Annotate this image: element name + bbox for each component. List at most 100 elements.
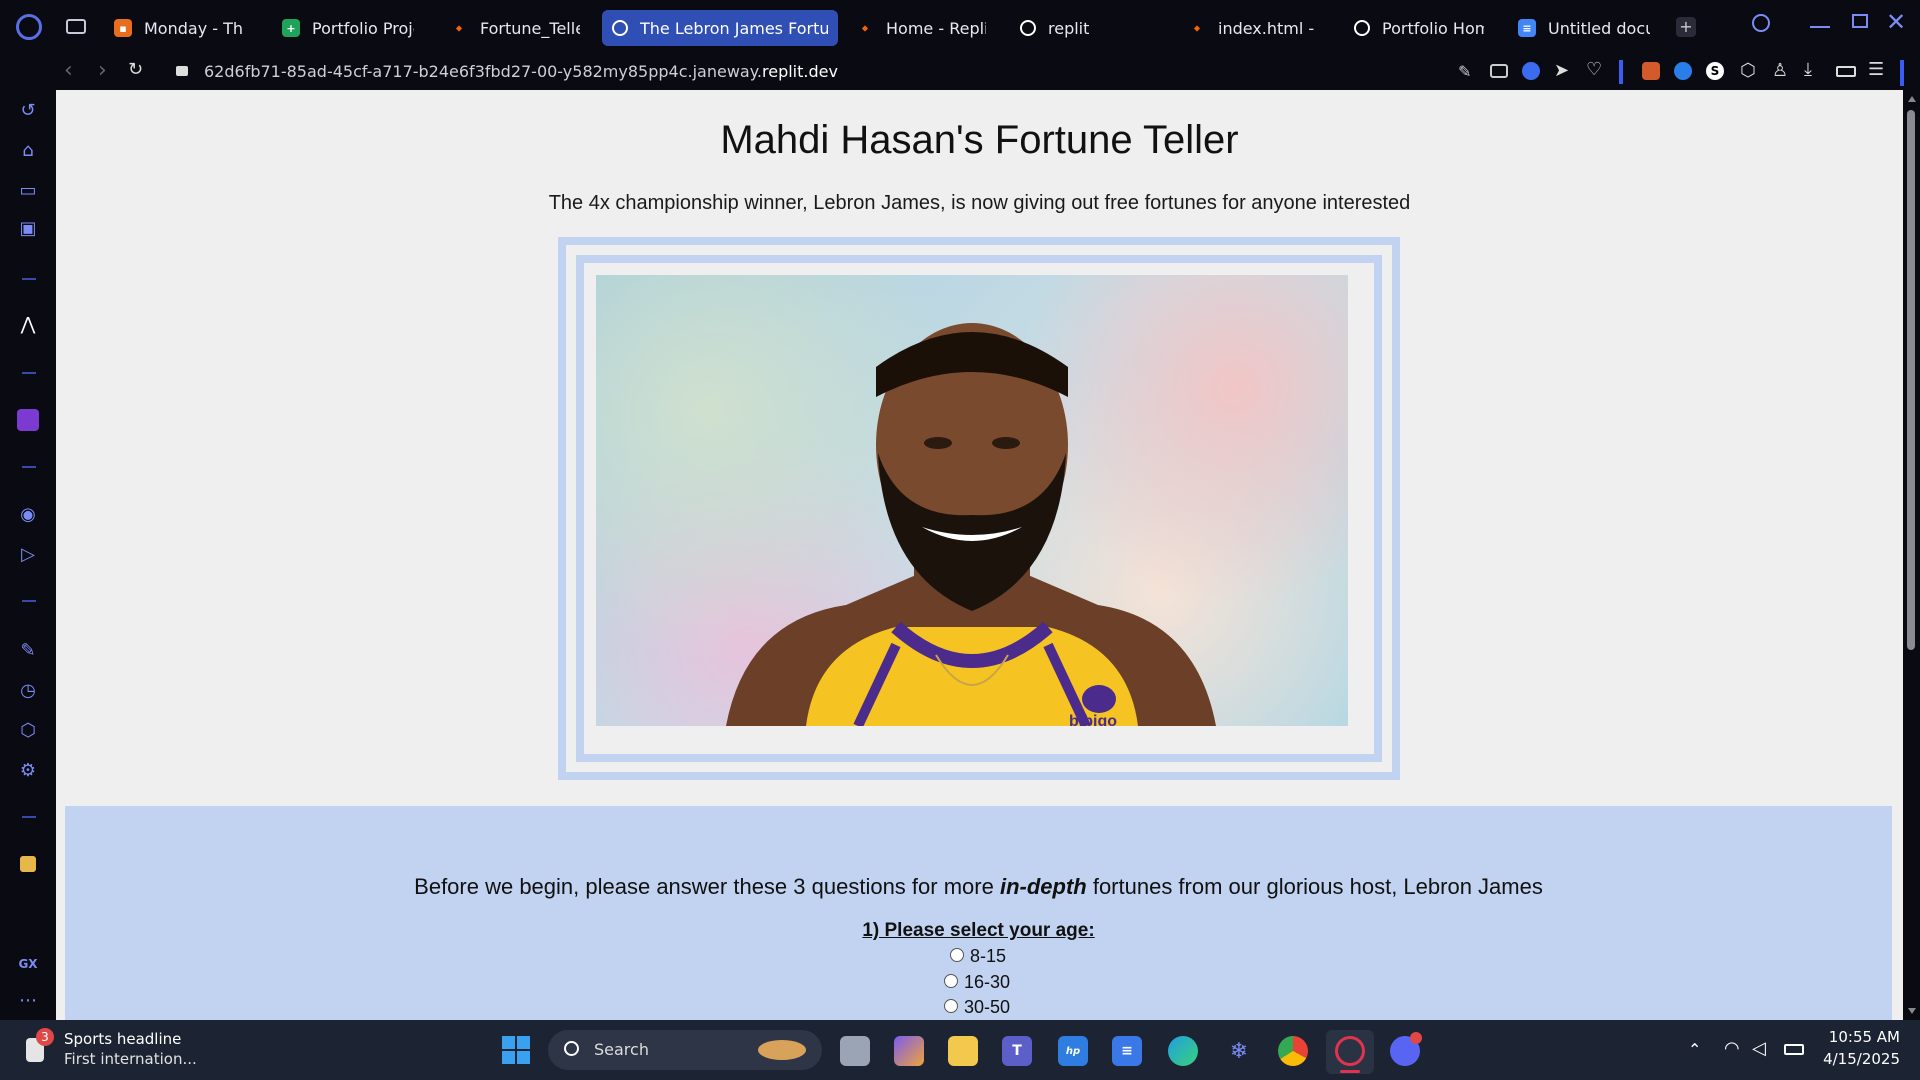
wifi-icon[interactable]: ◠	[1724, 1038, 1740, 1059]
age-option-label: 8-15	[970, 946, 1007, 966]
paint-palette-icon	[758, 1040, 806, 1060]
slides-icon: ▪	[114, 19, 132, 37]
opera-gx-taskbar-icon[interactable]	[1335, 1036, 1365, 1066]
extension-blue-icon[interactable]	[1674, 62, 1692, 80]
search-placeholder: Search	[594, 1040, 649, 1059]
settings-gear-icon[interactable]: ⚙	[16, 758, 40, 782]
scroll-up-icon[interactable]	[1908, 96, 1916, 102]
news-title: Sports headline	[64, 1030, 182, 1048]
task-view-icon[interactable]	[840, 1036, 870, 1066]
snowflake-app-icon[interactable]: ❄	[1224, 1036, 1254, 1066]
cube-icon[interactable]: ⬡	[1740, 60, 1756, 81]
battery-icon[interactable]	[1784, 1044, 1804, 1055]
forward-arrow-icon[interactable]: ›	[98, 58, 107, 83]
show-hidden-icons-chevron[interactable]: ⌃	[1688, 1040, 1701, 1059]
extension-badge-icon[interactable]	[1642, 62, 1660, 80]
battery-saver-icon[interactable]	[1836, 66, 1856, 77]
tab-untitled-doc[interactable]: ≡ Untitled docum	[1508, 10, 1660, 46]
easy-setup-icon[interactable]: ☰	[1868, 59, 1884, 80]
docs-taskbar-icon[interactable]: ≡	[1112, 1036, 1142, 1066]
page-title: Mahdi Hasan's Fortune Teller	[720, 118, 1239, 162]
shield-icon[interactable]	[1522, 62, 1540, 80]
scroll-down-icon[interactable]	[1908, 1008, 1916, 1014]
questions-intro: Before we begin, please answer these 3 q…	[414, 874, 1543, 899]
address-bar-row: ‹ › ↻ 62d6fb71-85ad-45cf-a717-b24e6f3fbd…	[0, 54, 1920, 90]
sidebar-more-icon[interactable]: ⋯	[16, 988, 40, 1012]
gx-control-icon[interactable]: ↺	[16, 98, 40, 122]
tab-replit[interactable]: replit	[1010, 10, 1160, 46]
copilot-icon[interactable]	[894, 1036, 924, 1066]
restore-icon[interactable]	[1852, 14, 1868, 28]
lock-icon	[176, 66, 188, 76]
edge-icon[interactable]	[1168, 1036, 1198, 1066]
tab-index-html[interactable]: ⬩ index.html - Ma	[1178, 10, 1330, 46]
news-subtitle: First internation...	[64, 1050, 197, 1068]
scroll-thumb[interactable]	[1907, 110, 1915, 650]
tab-lebron-fortune[interactable]: The Lebron James Fortune	[602, 10, 838, 46]
sidebar-divider	[22, 372, 36, 374]
age-radio[interactable]	[950, 948, 964, 962]
send-icon[interactable]: ➤	[1554, 60, 1569, 81]
extension-s-icon[interactable]: S	[1706, 62, 1724, 80]
globe-icon	[1354, 20, 1370, 36]
sidebar-divider	[22, 278, 36, 280]
gx-label[interactable]: GX	[16, 952, 40, 976]
minimize-icon[interactable]	[1810, 26, 1830, 28]
history-icon[interactable]: ◷	[16, 678, 40, 702]
url-field[interactable]: 62d6fb71-85ad-45cf-a717-b24e6f3fbd27-00-…	[204, 62, 838, 81]
aria-icon[interactable]: ⋀	[16, 312, 40, 336]
extensions-icon[interactable]: ⬡	[16, 718, 40, 742]
download-icon[interactable]: ⤓	[1804, 59, 1812, 80]
gx-mods-icon[interactable]	[16, 852, 40, 876]
jersey-sponsor-label: bibigo	[1069, 713, 1117, 726]
back-arrow-icon[interactable]: ‹	[64, 58, 73, 83]
heart-icon[interactable]: ♡	[1586, 59, 1602, 80]
sidebar-divider	[22, 466, 36, 468]
send-sidebar-icon[interactable]: ▷	[16, 542, 40, 566]
new-tab-plus-icon[interactable]: +	[1676, 17, 1696, 37]
close-window-icon[interactable]: ✕	[1886, 8, 1906, 36]
chrome-icon[interactable]	[1278, 1036, 1308, 1066]
news-widget[interactable]: 3 Sports headline First internation...	[22, 1026, 202, 1074]
workspaces-icon[interactable]	[66, 19, 86, 34]
teams-icon[interactable]: T	[1002, 1036, 1032, 1066]
file-explorer-icon[interactable]	[948, 1036, 978, 1066]
age-option-row: 8-15	[950, 946, 1110, 968]
active-indicator	[1340, 1070, 1360, 1073]
tab-search-icon[interactable]	[1752, 14, 1770, 32]
age-option-row: 30-50	[944, 997, 1104, 1019]
twitch-icon[interactable]	[16, 408, 40, 432]
player-icon[interactable]: ▣	[16, 216, 40, 240]
question-1-label: 1) Please select your age:	[862, 920, 1095, 941]
taskbar-search-box[interactable]: Search	[548, 1030, 822, 1070]
age-radio[interactable]	[944, 974, 958, 988]
clock-time[interactable]: 10:55 AM	[1810, 1028, 1900, 1046]
page-viewport: Mahdi Hasan's Fortune Teller The 4x cham…	[56, 90, 1903, 1020]
opera-logo-icon[interactable]	[16, 14, 42, 40]
reload-icon[interactable]: ↻	[128, 59, 143, 80]
tab-monday[interactable]: ▪ Monday - Thurs	[104, 10, 254, 46]
tab-fortune-teller[interactable]: ⬩ Fortune_Teller_	[440, 10, 590, 46]
discord-notification-dot	[1410, 1032, 1422, 1044]
tab-portfolio-home[interactable]: Portfolio Home	[1344, 10, 1494, 46]
pinboard-icon[interactable]: ✎	[16, 638, 40, 662]
age-radio[interactable]	[944, 999, 958, 1013]
age-option-label: 16-30	[964, 972, 1011, 992]
account-icon[interactable]: ♙	[1772, 60, 1788, 81]
camera-icon[interactable]	[1490, 64, 1508, 78]
snapshot-edit-icon[interactable]: ✎	[1458, 62, 1471, 81]
start-windows-icon[interactable]	[502, 1036, 530, 1064]
tab-portfolio-project[interactable]: + Portfolio Project	[272, 10, 424, 46]
replit-icon: ⬩	[862, 18, 868, 37]
volume-icon[interactable]: ◁	[1752, 1038, 1766, 1059]
globe-icon	[612, 20, 628, 36]
clock-date[interactable]: 4/15/2025	[1810, 1050, 1900, 1068]
divider-bar	[1619, 60, 1623, 84]
tab-home-replit[interactable]: ⬩ Home - Replit	[846, 10, 996, 46]
page-scrollbar[interactable]	[1903, 90, 1920, 1020]
gx-cleaner-icon[interactable]: ⌂	[16, 138, 40, 162]
spotify-icon[interactable]: ◉	[16, 502, 40, 526]
gx-corner-icon[interactable]: ▭	[16, 178, 40, 202]
docs-icon: ≡	[1518, 19, 1536, 37]
myhp-icon[interactable]: hp	[1058, 1036, 1088, 1066]
